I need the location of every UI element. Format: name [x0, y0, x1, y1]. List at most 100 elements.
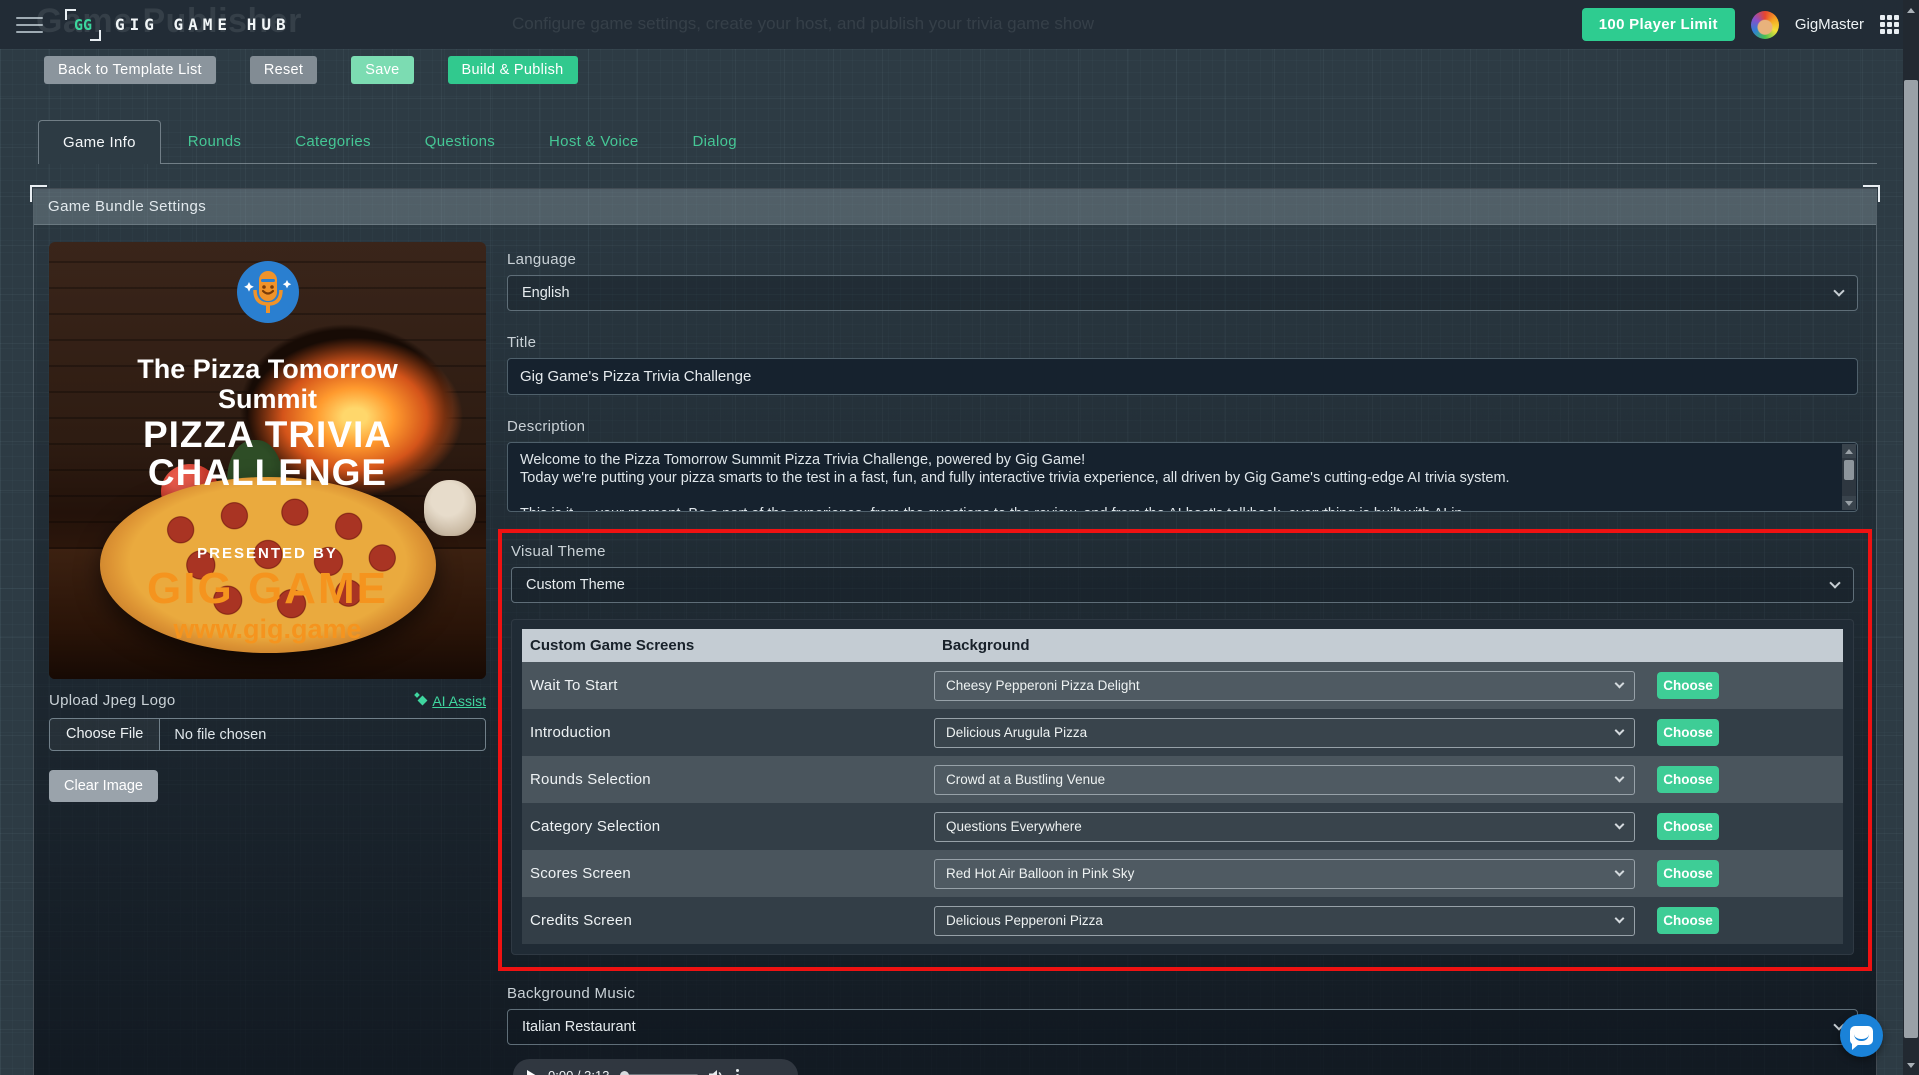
scroll-up-icon[interactable]	[1842, 444, 1856, 458]
tab-categories[interactable]: Categories	[268, 120, 398, 163]
panel-title: Game Bundle Settings	[34, 189, 1876, 225]
chevron-down-icon	[1615, 820, 1625, 830]
description-textarea[interactable]: Welcome to the Pizza Tomorrow Summit Piz…	[507, 442, 1858, 512]
avatar[interactable]	[1751, 11, 1779, 39]
background-value: Questions Everywhere	[946, 819, 1082, 834]
choose-button[interactable]: Choose	[1657, 719, 1719, 746]
tab-game-info[interactable]: Game Info	[38, 120, 161, 164]
sparkle-icon	[418, 696, 427, 705]
description-line: Today we're putting your pizza smarts to…	[520, 469, 1829, 487]
app-logo-text: GG	[74, 16, 92, 34]
chevron-down-icon	[1833, 285, 1844, 296]
background-select[interactable]: Red Hot Air Balloon in Pink Sky	[934, 859, 1635, 889]
tab-host-voice[interactable]: Host & Voice	[522, 120, 665, 163]
audio-player[interactable]: 0:00 / 3:13	[513, 1059, 798, 1075]
play-icon[interactable]	[527, 1070, 537, 1075]
save-button[interactable]: Save	[351, 56, 413, 84]
language-select[interactable]: English	[507, 275, 1858, 311]
screen-name: Credits Screen	[522, 912, 934, 929]
cover-presented-by: PRESENTED BY	[49, 545, 486, 562]
description-scrollbar[interactable]	[1842, 444, 1856, 510]
visual-theme-select[interactable]: Custom Theme	[511, 567, 1854, 603]
ai-assist-label: AI Assist	[432, 693, 486, 709]
settings-column: Language English Title Description Welco…	[507, 242, 1858, 1075]
top-header: Game Publisher Configure game settings, …	[0, 0, 1919, 49]
background-select[interactable]: Cheesy Pepperoni Pizza Delight	[934, 671, 1635, 701]
cover-headline-line1: PIZZA TRIVIA	[49, 414, 486, 456]
page-scrollbar[interactable]	[1903, 0, 1919, 1075]
action-toolbar: Back to Template List Reset Save Build &…	[0, 49, 1919, 84]
choose-button[interactable]: Choose	[1657, 813, 1719, 840]
screen-name: Scores Screen	[522, 865, 934, 882]
scroll-down-icon[interactable]	[1842, 496, 1856, 510]
language-label: Language	[507, 251, 1858, 268]
choose-file-button[interactable]: Choose File	[50, 719, 160, 750]
scroll-up-icon[interactable]	[1903, 2, 1919, 18]
username: GigMaster	[1795, 16, 1864, 33]
scroll-down-icon[interactable]	[1903, 1057, 1919, 1073]
cover-url: www.gig.game	[49, 614, 486, 645]
chevron-down-icon	[1829, 577, 1840, 588]
file-name-text: No file chosen	[160, 727, 280, 743]
chevron-down-icon	[1615, 726, 1625, 736]
background-music-value: Italian Restaurant	[522, 1019, 636, 1035]
choose-button[interactable]: Choose	[1657, 672, 1719, 699]
apps-grid-icon[interactable]	[1880, 15, 1899, 34]
screen-name: Wait To Start	[522, 677, 934, 694]
screen-name: Category Selection	[522, 818, 934, 835]
description-scrollbar-thumb[interactable]	[1844, 460, 1854, 480]
chat-bubble-icon	[1850, 1026, 1873, 1045]
background-music-section: Background Music Italian Restaurant 0:00…	[507, 985, 1858, 1075]
reset-button[interactable]: Reset	[250, 56, 317, 84]
app-window: Game Publisher Configure game settings, …	[0, 0, 1919, 1075]
chevron-down-icon	[1615, 867, 1625, 877]
choose-button[interactable]: Choose	[1657, 907, 1719, 934]
screen-name: Rounds Selection	[522, 771, 934, 788]
custom-screens-table: Custom Game Screens Background Wait To S…	[511, 619, 1854, 955]
chevron-down-icon	[1615, 914, 1625, 924]
background-select[interactable]: Questions Everywhere	[934, 812, 1635, 842]
title-input[interactable]	[507, 358, 1858, 395]
table-row: Rounds Selection Crowd at a Bustling Ven…	[522, 756, 1843, 803]
background-music-label: Background Music	[507, 985, 1858, 1002]
chat-launcher-button[interactable]	[1840, 1014, 1883, 1057]
choose-button[interactable]: Choose	[1657, 860, 1719, 887]
visual-theme-value: Custom Theme	[526, 577, 625, 593]
title-label: Title	[507, 334, 1858, 351]
microphone-icon	[236, 260, 300, 329]
build-publish-button[interactable]: Build & Publish	[448, 56, 578, 84]
player-limit-button[interactable]: 100 Player Limit	[1582, 8, 1735, 41]
background-select[interactable]: Delicious Pepperoni Pizza	[934, 906, 1635, 936]
background-music-select[interactable]: Italian Restaurant	[507, 1009, 1858, 1045]
choose-button[interactable]: Choose	[1657, 766, 1719, 793]
clear-image-button[interactable]: Clear Image	[49, 770, 158, 802]
screen-name: Introduction	[522, 724, 934, 741]
background-select[interactable]: Delicious Arugula Pizza	[934, 718, 1635, 748]
tab-rounds[interactable]: Rounds	[161, 120, 269, 163]
table-row: Wait To Start Cheesy Pepperoni Pizza Del…	[522, 662, 1843, 709]
upload-logo-label: Upload Jpeg Logo	[49, 692, 176, 709]
audio-time: 0:00 / 3:13	[548, 1068, 609, 1075]
background-value: Crowd at a Bustling Venue	[946, 772, 1105, 787]
background-value: Delicious Arugula Pizza	[946, 725, 1087, 740]
file-input[interactable]: Choose File No file chosen	[49, 718, 486, 751]
tab-questions[interactable]: Questions	[398, 120, 522, 163]
column-header-background: Background	[934, 637, 1843, 654]
kebab-menu-icon[interactable]	[736, 1069, 739, 1075]
tab-bar: Game Info Rounds Categories Questions Ho…	[38, 120, 1877, 164]
tab-dialog[interactable]: Dialog	[666, 120, 764, 163]
table-row: Scores Screen Red Hot Air Balloon in Pin…	[522, 850, 1843, 897]
page-scrollbar-thumb[interactable]	[1904, 80, 1918, 1038]
app-logo: GG	[65, 9, 101, 41]
column-header-screens: Custom Game Screens	[522, 637, 934, 654]
volume-icon[interactable]	[709, 1069, 725, 1075]
visual-theme-highlight-annotation: Visual Theme Custom Theme Custom Game Sc…	[498, 529, 1872, 971]
table-row: Category Selection Questions Everywhere …	[522, 803, 1843, 850]
ai-assist-link[interactable]: AI Assist	[418, 693, 486, 709]
background-select[interactable]: Crowd at a Bustling Venue	[934, 765, 1635, 795]
chevron-down-icon	[1615, 679, 1625, 689]
back-to-template-list-button[interactable]: Back to Template List	[44, 56, 216, 84]
game-bundle-settings-panel: Game Bundle Settings	[33, 188, 1877, 1075]
table-row: Introduction Delicious Arugula Pizza Cho…	[522, 709, 1843, 756]
table-header: Custom Game Screens Background	[522, 629, 1843, 662]
